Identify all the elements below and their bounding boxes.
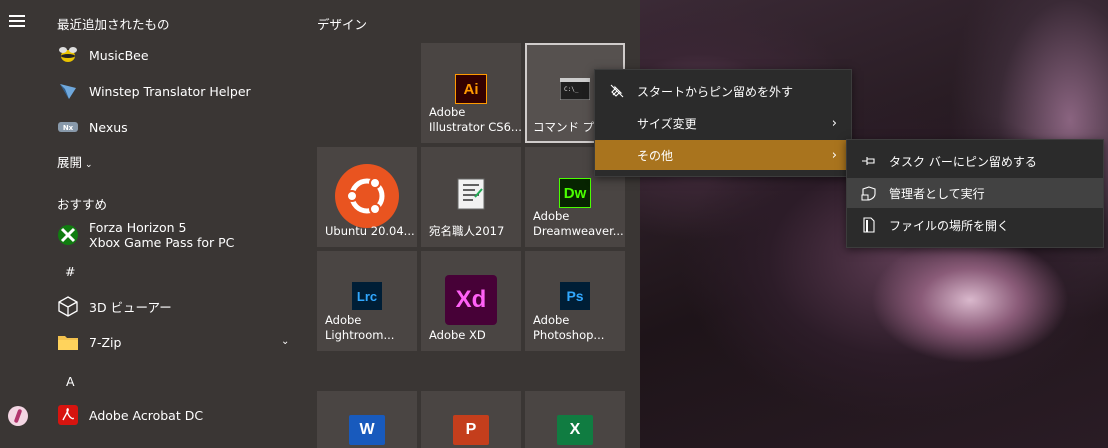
dreamweaver-icon: Dw <box>559 178 591 208</box>
app-list-item-acrobat[interactable]: Adobe Acrobat DC <box>57 399 203 431</box>
menu-item-label: スタートからピン留めを外す <box>637 84 794 99</box>
tile-xd[interactable]: Xd Adobe XD <box>421 251 521 351</box>
tile-excel[interactable]: X <box>525 391 625 448</box>
app-list-item-7zip[interactable]: 7-Zip <box>57 326 121 358</box>
menu-item-label: ファイルの場所を開く <box>889 218 1010 233</box>
tile-label-line1: Adobe <box>533 209 570 223</box>
tile-label: Ubuntu 20.04... <box>325 224 415 238</box>
tile-label-line2: Dreamweaver... <box>533 224 624 238</box>
tile-label-line1: Adobe <box>533 313 570 327</box>
tile-lightroom[interactable]: Lrc Adobe Lightroom... <box>317 251 417 351</box>
cube-icon <box>57 295 79 317</box>
lightroom-icon: Lrc <box>352 282 382 310</box>
section-header-a[interactable]: A <box>66 374 75 389</box>
tile-illustrator[interactable]: Ai Adobe Illustrator CS6... <box>421 43 521 143</box>
app-label-line2: Xbox Game Pass for PC <box>89 235 235 250</box>
tile-label: Adobe Lightroom... <box>325 313 394 343</box>
unpin-icon <box>609 83 625 99</box>
menu-item-pin-taskbar[interactable]: タスク バーにピン留めする <box>847 146 1103 176</box>
menu-item-label: 管理者として実行 <box>889 186 985 201</box>
expand-label: 展開 <box>57 155 83 170</box>
pin-icon <box>861 153 877 169</box>
app-list-item-forza[interactable]: Forza Horizon 5 Xbox Game Pass for PC <box>57 219 234 251</box>
app-label: Adobe Acrobat DC <box>89 407 204 423</box>
tile-label-line2: Photoshop... <box>533 328 605 342</box>
menu-item-more[interactable]: その他 › <box>595 140 851 170</box>
app-label: 3D ビューアー <box>89 299 172 315</box>
app-label: Winstep Translator Helper <box>89 83 251 99</box>
xbox-icon <box>57 224 79 246</box>
musicbee-icon <box>57 44 79 66</box>
powerpoint-icon: P <box>453 415 489 445</box>
document-icon <box>861 217 877 233</box>
tile-label-line2: Lightroom... <box>325 328 395 342</box>
ubuntu-icon <box>334 163 400 229</box>
shield-icon <box>861 185 877 201</box>
chevron-down-icon[interactable]: ⌄ <box>281 336 289 347</box>
menu-item-resize[interactable]: サイズ変更 › <box>595 108 851 138</box>
tile-word[interactable]: W <box>317 391 417 448</box>
tile-ubuntu[interactable]: Ubuntu 20.04... <box>317 147 417 247</box>
app-label: 7-Zip <box>89 334 122 350</box>
submenu-more: タスク バーにピン留めする 管理者として実行 ファイルの場所を開く <box>846 139 1104 248</box>
app-label-line1: Forza Horizon 5 <box>89 220 187 235</box>
menu-item-open-location[interactable]: ファイルの場所を開く <box>847 210 1103 240</box>
tile-label-line1: Adobe <box>429 105 466 119</box>
menu-icon-spacer <box>609 115 625 131</box>
app-list-item-musicbee[interactable]: MusicBee <box>57 39 149 71</box>
tile-label-line2: Illustrator CS6... <box>429 120 521 134</box>
app-list-item-3d-viewer[interactable]: 3D ビューアー <box>57 290 172 322</box>
hamburger-menu-icon[interactable] <box>9 15 25 27</box>
app-list-item-winstep[interactable]: Winstep Translator Helper <box>57 75 251 107</box>
folder-icon <box>57 331 79 353</box>
section-header-hash[interactable]: # <box>65 264 75 279</box>
tile-photoshop[interactable]: Ps Adobe Photoshop... <box>525 251 625 351</box>
tile-atena[interactable]: 宛名職人2017 <box>421 147 521 247</box>
menu-item-unpin-start[interactable]: スタートからピン留めを外す <box>595 76 851 106</box>
app-label: Forza Horizon 5 Xbox Game Pass for PC <box>89 220 234 250</box>
illustrator-icon: Ai <box>455 74 487 104</box>
menu-icon-spacer <box>609 147 625 163</box>
word-icon: W <box>349 415 385 445</box>
winstep-icon <box>57 80 79 102</box>
expand-button[interactable]: 展開 ⌄ <box>57 152 93 171</box>
atena-icon <box>455 177 487 211</box>
recently-added-title: 最近追加されたもの <box>57 17 170 32</box>
context-menu: スタートからピン留めを外す サイズ変更 › その他 › <box>594 69 852 177</box>
menu-item-run-as-admin[interactable]: 管理者として実行 <box>847 178 1103 208</box>
chevron-right-icon: › <box>831 147 837 163</box>
photoshop-icon: Ps <box>560 282 590 310</box>
app-label: Nexus <box>89 119 128 135</box>
tile-label: Adobe XD <box>429 328 486 342</box>
tile-label: Adobe Illustrator CS6... <box>429 105 521 135</box>
tile-label: Adobe Dreamweaver... <box>533 209 624 239</box>
acrobat-icon <box>57 404 79 426</box>
xd-icon: Xd <box>445 275 497 325</box>
menu-item-label: その他 <box>637 148 674 163</box>
svg-text:C:\_: C:\_ <box>564 86 579 93</box>
app-label: MusicBee <box>89 47 149 63</box>
excel-icon: X <box>557 415 593 445</box>
chevron-down-icon: ⌄ <box>85 160 93 170</box>
svg-text:Nx: Nx <box>63 124 74 132</box>
start-menu: 最近追加されたもの MusicBee Winstep Translator He… <box>0 0 640 448</box>
tile-label: 宛名職人2017 <box>429 224 505 238</box>
user-avatar[interactable] <box>8 406 28 426</box>
menu-item-label: タスク バーにピン留めする <box>889 154 1037 169</box>
chevron-right-icon: › <box>831 115 837 131</box>
menu-item-label: サイズ変更 <box>637 116 697 131</box>
tile-label: Adobe Photoshop... <box>533 313 604 343</box>
command-prompt-icon: C:\_ <box>560 78 590 100</box>
tile-label-line1: Adobe <box>325 313 362 327</box>
tile-powerpoint[interactable]: P <box>421 391 521 448</box>
app-list-item-nexus[interactable]: Nx Nexus <box>57 111 128 143</box>
recommended-title: おすすめ <box>57 197 108 212</box>
nexus-icon: Nx <box>57 116 79 138</box>
tile-group-title[interactable]: デザイン <box>317 14 367 33</box>
